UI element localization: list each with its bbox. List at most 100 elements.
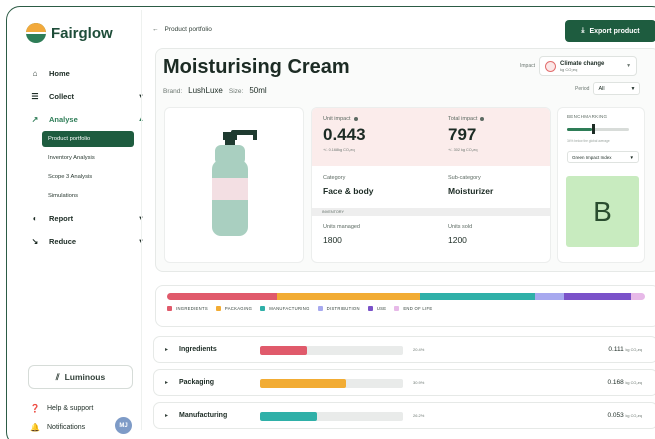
lifecycle-legend: INGREDIENTS PACKAGING MANUFACTURING DISTRIB…: [167, 306, 432, 311]
legend-item: USE: [367, 306, 387, 311]
unit-impact-uncertainty: +/- 0.168kg CO₂eq: [323, 148, 355, 152]
inventory-header: INVENTORY: [312, 208, 550, 216]
brand-name: Fairglow: [51, 24, 113, 42]
report-icon: ◐: [32, 214, 38, 223]
total-impact-uncertainty: +/- 302 kg CO₂eq: [448, 148, 478, 152]
back-arrow-icon[interactable]: ←: [152, 26, 159, 33]
size-label: Size:: [228, 88, 244, 95]
chevron-right-icon[interactable]: ▸: [165, 412, 168, 419]
brand-logo[interactable]: Fairglow: [26, 23, 113, 43]
legend-swatch: [367, 306, 373, 311]
breakdown-name: Manufacturing: [179, 412, 228, 419]
help-icon: ❓: [30, 404, 40, 413]
partner-badge[interactable]: ⫽ Luminous: [28, 365, 133, 389]
breakdown-bar-fill: [260, 379, 346, 388]
sidebar-subitem-simulations[interactable]: Simulations: [42, 188, 148, 204]
notifications-label: Notifications: [47, 424, 86, 431]
breakdown-name: Packaging: [179, 379, 215, 386]
legend-swatch: [260, 306, 266, 311]
stack-segment-use[interactable]: [563, 293, 631, 300]
units-managed-value: 1800: [323, 235, 342, 245]
export-label: Export product: [589, 27, 640, 35]
impact-dropdown[interactable]: Climate change kg CO₂eq ▼: [539, 56, 638, 76]
size-value: 50ml: [249, 86, 267, 95]
sidebar-item-label: Report: [49, 214, 74, 223]
legend-label: MANUFACTURING: [269, 306, 310, 311]
total-impact-value: 797: [448, 125, 477, 144]
benchmark-marker[interactable]: [591, 124, 595, 134]
sidebar-divider: [141, 10, 142, 430]
help-link[interactable]: ❓ Help & support: [30, 404, 148, 413]
sidebar-item-reduce[interactable]: ↘ Reduce ▼: [30, 230, 148, 253]
breakdown-unit: kg CO₂eq: [625, 381, 642, 385]
sidebar-item-report[interactable]: ◐ Report ▼: [30, 207, 148, 230]
breakdown-percent: 20.4%: [413, 347, 425, 352]
info-icon[interactable]: [480, 117, 485, 121]
sidebar-item-label: Collect: [49, 92, 75, 101]
legend-swatch: [167, 306, 172, 311]
benchmark-fill: [567, 128, 592, 131]
legend-item: MANUFACTURING: [260, 306, 309, 311]
legend-item: PACKAGING: [215, 306, 252, 311]
subcategory-value: Moisturizer: [448, 186, 494, 196]
category-label: Category: [323, 175, 346, 181]
breakdown-kg: 0.111: [608, 346, 626, 353]
impact-value: Climate change: [560, 60, 605, 67]
legend-label: DISTRIBUTION: [326, 306, 360, 311]
lifecycle-stacked-bar: [167, 293, 645, 300]
breakdown-percent: 26.2%: [413, 413, 425, 418]
chevron-right-icon[interactable]: ▸: [165, 346, 168, 353]
sidebar-subitem-inventory-analysis[interactable]: Inventory Analysis: [42, 150, 148, 166]
legend-label: INGREDIENTS: [176, 306, 208, 311]
breadcrumb[interactable]: ← Product portfolio: [152, 26, 212, 33]
total-impact: Total impact 797 +/- 302 kg CO₂eq: [448, 116, 485, 152]
download-icon: ⤓: [581, 27, 585, 34]
breakdown-row-manufacturing[interactable]: ▸ Manufacturing 26.2% 0.053 kg CO₂eq: [153, 402, 655, 429]
sidebar-subitem-product-portfolio[interactable]: Product portfolio: [42, 131, 134, 147]
legend-label: END OF LIFE: [403, 306, 433, 311]
benchmarking-title: BENCHMARKING: [567, 114, 608, 119]
breadcrumb-label: Product portfolio: [164, 26, 212, 33]
stack-segment-end-of-life[interactable]: [630, 293, 645, 300]
unit-impact-value: 0.443: [323, 125, 366, 144]
category: Category Face & body: [323, 175, 374, 196]
export-product-button[interactable]: ⤓ Export product: [565, 20, 655, 42]
sidebar-item-collect[interactable]: ☰ Collect ▼: [30, 85, 148, 108]
sidebar-item-analyse[interactable]: ↗ Analyse ▲: [30, 108, 148, 131]
breakdown-bar-fill: [260, 346, 308, 355]
avatar[interactable]: MJ: [115, 417, 132, 434]
legend-item: DISTRIBUTION: [317, 306, 360, 311]
breakdown-row-ingredients[interactable]: ▸ Ingredients 20.4% 0.111 kg CO₂eq: [153, 336, 655, 363]
period-label: Period: [575, 85, 590, 92]
unit-impact-label: Unit impact: [323, 116, 351, 122]
sidebar-item-home[interactable]: ⌂ Home: [30, 62, 148, 85]
sidebar-item-label: Reduce: [49, 237, 77, 246]
benchmark-index-dropdown[interactable]: Green Impact Index ▼: [567, 151, 639, 163]
breakdown-row-packaging[interactable]: ▸ Packaging 30.9% 0.168 kg CO₂eq: [153, 369, 655, 396]
chevron-down-icon: ▼: [630, 85, 636, 92]
subcategory-label: Sub-category: [448, 175, 481, 181]
stack-segment-ingredients[interactable]: [167, 293, 277, 300]
sidebar-subitem-scope3-analysis[interactable]: Scope 3 Analysis: [42, 169, 148, 185]
impact-grade: B: [566, 176, 639, 247]
info-icon[interactable]: [353, 117, 358, 121]
stack-segment-packaging[interactable]: [276, 293, 421, 300]
units-sold-label: Units sold: [448, 224, 473, 230]
logo-icon: [26, 23, 46, 43]
bell-icon: 🔔: [30, 423, 40, 432]
stack-segment-manufacturing[interactable]: [420, 293, 536, 300]
chevron-right-icon[interactable]: ▸: [165, 379, 168, 386]
legend-swatch: [215, 306, 221, 311]
breakdown-value: 0.053 kg CO₂eq: [607, 412, 642, 419]
period-dropdown[interactable]: All ▼: [593, 82, 641, 95]
breakdown-bar-fill: [260, 412, 318, 421]
legend-swatch: [317, 306, 323, 311]
stack-segment-distribution[interactable]: [535, 293, 564, 300]
analyse-icon: ↗: [31, 115, 39, 124]
breakdown-kg: 0.053: [607, 412, 626, 419]
brand-label: Brand:: [163, 88, 183, 95]
impact-texts: Climate change kg CO₂eq: [560, 61, 604, 72]
impact-unit: kg CO₂eq: [560, 66, 578, 72]
breakdown-name: Ingredients: [179, 346, 217, 353]
period-selector: Period All ▼: [575, 82, 641, 95]
